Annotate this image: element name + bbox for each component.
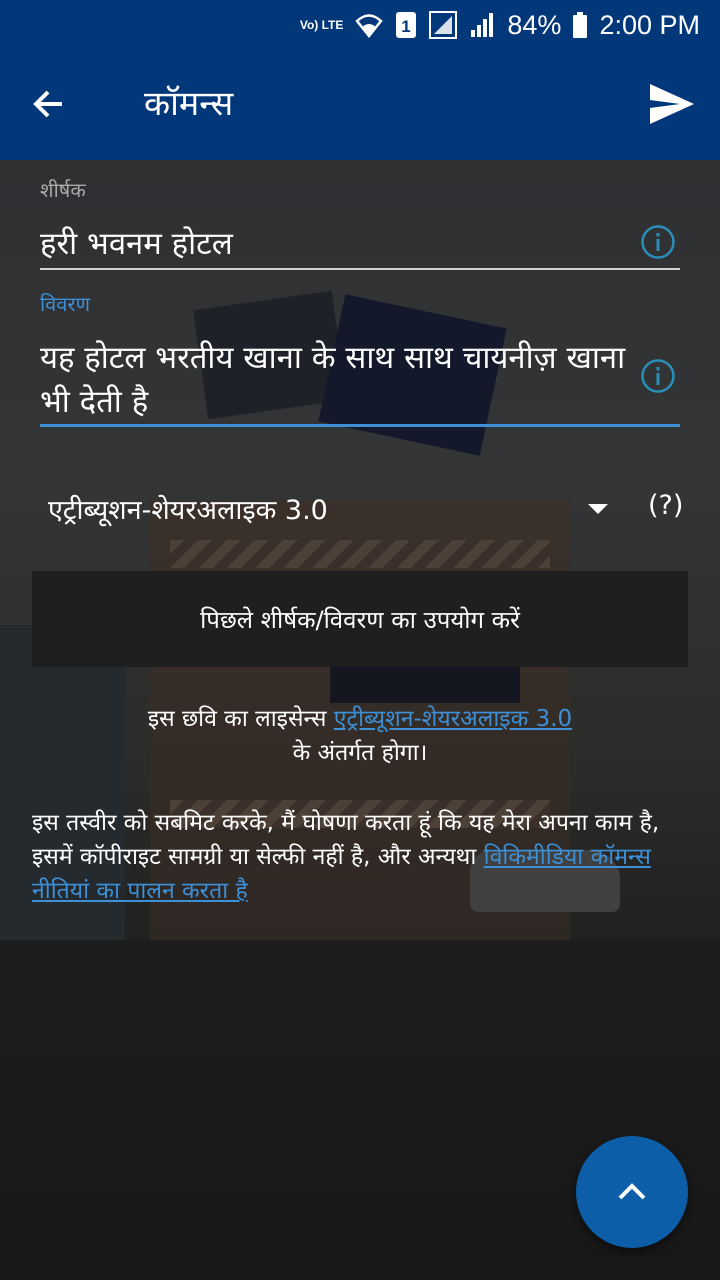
sim-icon: 1: [395, 11, 417, 39]
title-label: शीर्षक: [40, 178, 86, 202]
battery-icon: [573, 12, 588, 38]
info-icon: [641, 225, 675, 259]
send-button[interactable]: [648, 82, 696, 126]
license-note-prefix: इस छवि का लाइसेन्स: [147, 706, 334, 732]
app-bar: कॉमन्स: [0, 50, 720, 160]
page-title: कॉमन्स: [144, 84, 234, 124]
description-underline: [40, 424, 680, 427]
declaration-text: इस तस्वीर को सबमिट करके, मैं घोषणा करता …: [32, 806, 692, 908]
battery-percent: 84%: [507, 9, 562, 40]
license-link[interactable]: एट्रीब्यूशन-शेयरअलाइक 3.0: [334, 706, 572, 732]
signal-icon-sim1: [429, 11, 458, 39]
scroll-up-button[interactable]: [576, 1136, 688, 1248]
chevron-down-icon: [588, 504, 608, 514]
signal-icon-sim2: [469, 12, 495, 38]
license-note-suffix: के अंतर्गत होगा।: [292, 740, 428, 766]
title-underline: [40, 268, 680, 270]
description-label: विवरण: [40, 292, 91, 316]
license-selector[interactable]: एट्रीब्यूशन-शेयरअलाइक 3.0 (?): [48, 486, 688, 534]
clock: 2:00 PM: [599, 9, 700, 40]
chevron-up-icon: [618, 1183, 646, 1200]
license-note: इस छवि का लाइसेन्स एट्रीब्यूशन-शेयरअलाइक…: [40, 702, 680, 770]
use-previous-button[interactable]: पिछले शीर्षक/विवरण का उपयोग करें: [32, 571, 688, 667]
send-icon: [650, 84, 694, 124]
arrow-back-icon: [33, 90, 62, 118]
license-help-button[interactable]: (?): [648, 490, 683, 521]
title-info-button[interactable]: [640, 224, 676, 260]
status-bar: Vo) LTE 1 84% 2:00 PM: [0, 0, 720, 50]
description-info-button[interactable]: [640, 358, 676, 394]
sim-slot-number: 1: [402, 17, 411, 36]
info-icon: [641, 359, 675, 393]
back-button[interactable]: [26, 80, 74, 128]
description-input[interactable]: यह होटल भरतीय खाना के साथ साथ चायनीज़ खा…: [40, 336, 630, 424]
title-input[interactable]: हरी भवनम होटल: [40, 222, 233, 266]
license-selected-value: एट्रीब्यूशन-शेयरअलाइक 3.0: [48, 495, 328, 526]
volte-indicator: Vo) LTE: [299, 18, 344, 32]
wifi-icon: [355, 12, 384, 38]
